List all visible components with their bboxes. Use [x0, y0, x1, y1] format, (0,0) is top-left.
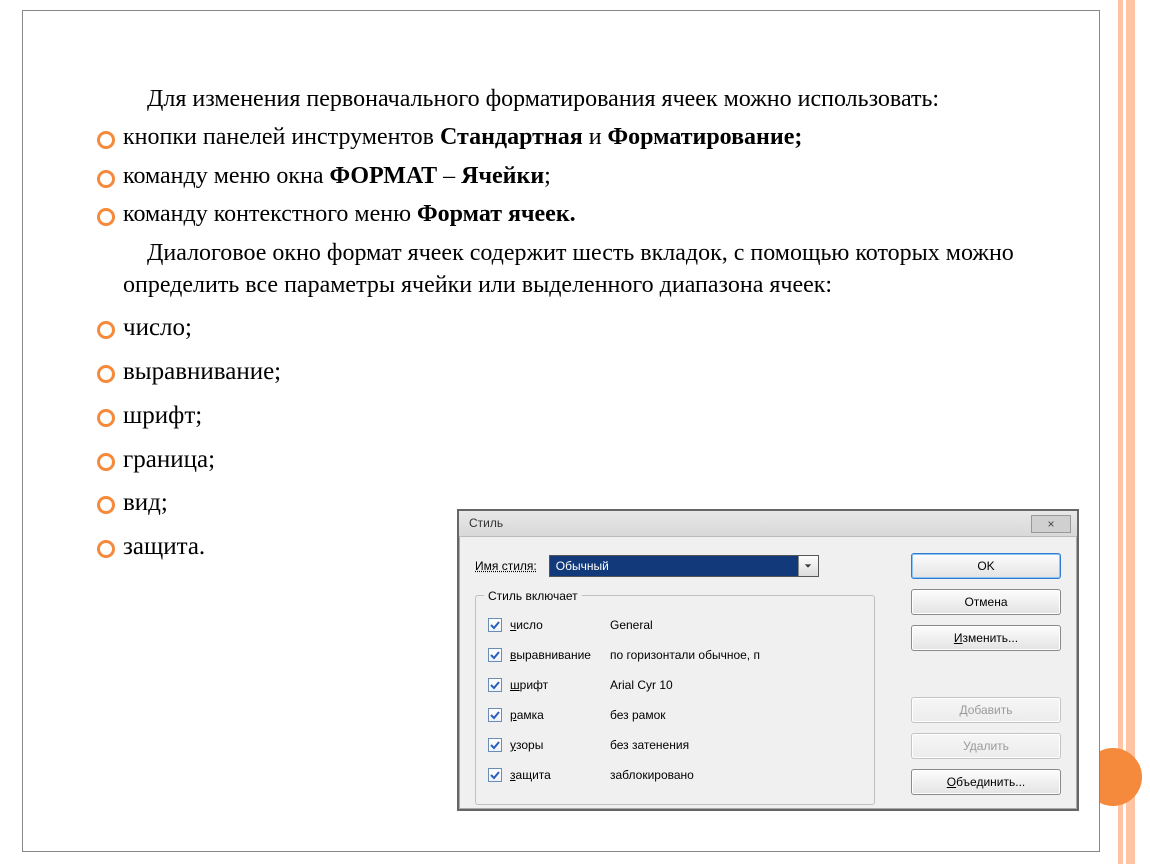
- bullet-item: команду меню окна ФОРМАТ – Ячейки;: [83, 160, 1059, 192]
- checkbox[interactable]: [488, 648, 502, 662]
- bullet-text: число;: [123, 314, 192, 341]
- group-title: Стиль включает: [484, 588, 582, 604]
- dialog-titlebar[interactable]: Стиль ×: [459, 511, 1077, 537]
- bullet-text: граница;: [123, 446, 215, 473]
- bullet-item: команду контекстного меню Формат ячеек.: [83, 198, 1059, 230]
- decorative-side-bars: [1112, 0, 1150, 864]
- option-value: без затенения: [610, 737, 689, 753]
- button-label: Удалить: [963, 738, 1009, 754]
- checkbox-label: шрифт: [510, 677, 610, 693]
- bullet-bold2: Ячейки: [461, 163, 544, 189]
- slide-frame: Для изменения первоначального форматиров…: [22, 10, 1100, 852]
- option-value: по горизонтали обычное, п: [610, 647, 760, 663]
- checkbox-label: защита: [510, 767, 610, 783]
- bullet-text-mid: –: [437, 163, 461, 189]
- bullet-text-pre: команду контекстного меню: [123, 201, 417, 227]
- merge-button[interactable]: Объединить...: [911, 769, 1061, 795]
- bullet-text: шрифт;: [123, 402, 202, 429]
- checkbox-label: выравнивание: [510, 647, 610, 663]
- checkbox-label: число: [510, 617, 610, 633]
- slide-content: Для изменения первоначального форматиров…: [23, 11, 1099, 851]
- close-icon: ×: [1047, 518, 1054, 530]
- bullet-bold2: Форматирование;: [608, 124, 803, 150]
- option-value: Arial Cyr 10: [610, 677, 673, 693]
- option-row-border: рамка без рамок: [488, 700, 864, 730]
- option-row-font: шрифт Arial Cyr 10: [488, 670, 864, 700]
- dialog-title: Стиль: [469, 515, 503, 531]
- button-label: OK: [977, 558, 994, 574]
- option-row-patterns: узоры без затенения: [488, 730, 864, 760]
- option-value: General: [610, 617, 653, 633]
- option-row-number: число General: [488, 610, 864, 640]
- bullet-text-mid: и: [583, 124, 608, 150]
- bullet-text-post: ;: [544, 163, 551, 189]
- style-name-combo[interactable]: Обычный: [549, 555, 819, 577]
- bullet-item: защита.: [83, 530, 443, 564]
- dialog-button-column: OK Отмена Изменить... Добавить Удалить О…: [911, 553, 1061, 795]
- chevron-down-icon[interactable]: [798, 556, 818, 576]
- intro-paragraph: Для изменения первоначального форматиров…: [123, 83, 1049, 115]
- checkbox[interactable]: [488, 618, 502, 632]
- bullet-text: защита.: [123, 533, 205, 560]
- cancel-button[interactable]: Отмена: [911, 589, 1061, 615]
- style-includes-group: Стиль включает число General выравнивани…: [475, 595, 875, 805]
- dialog-body: Имя стиля: Обычный Стиль включает число: [469, 545, 1067, 799]
- checkbox-label: рамка: [510, 707, 610, 723]
- button-label: Объединить...: [947, 774, 1026, 790]
- bullet-bold1: Формат ячеек.: [417, 201, 576, 227]
- close-button[interactable]: ×: [1031, 515, 1071, 533]
- side-bar-outer: [1118, 0, 1123, 864]
- bottom-bullet-list: число; выравнивание; шрифт; граница; вид…: [83, 311, 443, 564]
- ok-button[interactable]: OK: [911, 553, 1061, 579]
- checkbox-label: узоры: [510, 737, 610, 753]
- bullet-text-pre: команду меню окна: [123, 163, 329, 189]
- option-value: заблокировано: [610, 767, 694, 783]
- modify-button[interactable]: Изменить...: [911, 625, 1061, 651]
- add-button: Добавить: [911, 697, 1061, 723]
- checkbox[interactable]: [488, 768, 502, 782]
- option-row-alignment: выравнивание по горизонтали обычное, п: [488, 640, 864, 670]
- bullet-bold1: Стандартная: [440, 124, 583, 150]
- button-label: Добавить: [959, 702, 1012, 718]
- bullet-item: граница;: [83, 443, 443, 477]
- bullet-text-pre: кнопки панелей инструментов: [123, 124, 440, 150]
- checkbox[interactable]: [488, 678, 502, 692]
- bullet-item: выравнивание;: [83, 355, 443, 389]
- bullet-bold1: ФОРМАТ: [329, 163, 437, 189]
- side-bar-inner: [1126, 0, 1135, 864]
- checkbox[interactable]: [488, 708, 502, 722]
- bullet-text: выравнивание;: [123, 358, 281, 385]
- style-name-label: Имя стиля:: [475, 558, 537, 574]
- button-label: Изменить...: [954, 630, 1018, 646]
- option-row-protection: защита заблокировано: [488, 760, 864, 790]
- bullet-text: вид;: [123, 489, 168, 516]
- option-value: без рамок: [610, 707, 666, 723]
- bullet-item: число;: [83, 311, 443, 345]
- top-bullet-list: кнопки панелей инструментов Стандартная …: [83, 121, 1059, 230]
- bullet-item: кнопки панелей инструментов Стандартная …: [83, 121, 1059, 153]
- mid-paragraph: Диалоговое окно формат ячеек содержит ше…: [123, 237, 1059, 302]
- bullet-item: шрифт;: [83, 399, 443, 433]
- checkbox[interactable]: [488, 738, 502, 752]
- style-name-value: Обычный: [550, 556, 798, 576]
- delete-button: Удалить: [911, 733, 1061, 759]
- button-label: Отмена: [964, 594, 1007, 610]
- bullet-item: вид;: [83, 486, 443, 520]
- style-dialog: Стиль × Имя стиля: Обычный Стиль в: [457, 509, 1079, 811]
- checkbox-rows: число General выравнивание по горизонтал…: [488, 610, 864, 790]
